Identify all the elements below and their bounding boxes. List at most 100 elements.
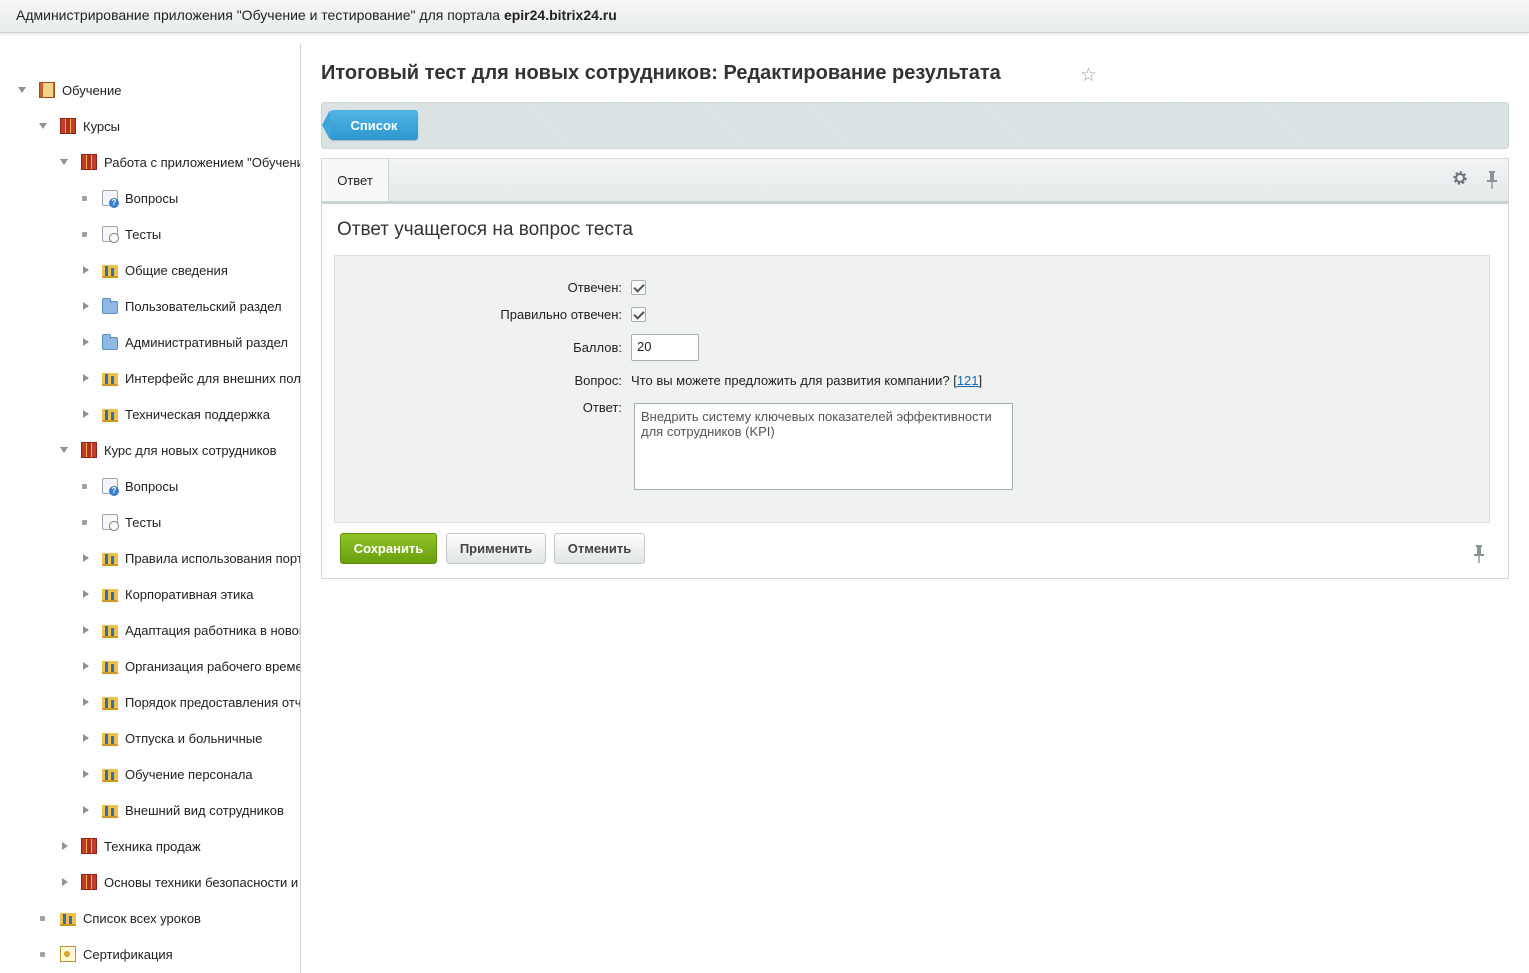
tree-item[interactable]: Пользовательский раздел [80, 296, 282, 316]
tree-item[interactable]: Правила использования портала [80, 548, 300, 568]
bullet-icon [80, 229, 90, 239]
collapsed-arrow-icon[interactable] [80, 265, 90, 275]
tree-item-label[interactable]: Работа с приложением "Обучение и тестиро… [104, 155, 300, 170]
score-input[interactable]: 20 [631, 334, 699, 361]
tree-item-label[interactable]: Техническая поддержка [125, 407, 270, 422]
tree-item[interactable]: Организация рабочего времени [80, 656, 300, 676]
tree-item[interactable]: Вопросы [80, 476, 178, 496]
collapsed-arrow-icon[interactable] [59, 877, 69, 887]
chapter-icon [102, 370, 118, 386]
tree-item-label[interactable]: Курсы [83, 119, 120, 134]
tree-item-label[interactable]: Список всех уроков [83, 911, 201, 926]
collapsed-arrow-icon[interactable] [80, 733, 90, 743]
collapsed-arrow-icon[interactable] [80, 769, 90, 779]
pin-icon[interactable] [1486, 171, 1498, 189]
tree-item[interactable]: Работа с приложением "Обучение и тестиро… [59, 152, 300, 172]
tree-item-label[interactable]: Организация рабочего времени [125, 659, 300, 674]
chapter-icon [102, 406, 118, 422]
tree-item[interactable]: Основы техники безопасности и охраны тру… [59, 872, 300, 892]
cert-icon [60, 946, 76, 962]
tree-item-label[interactable]: Основы техники безопасности и охраны тру… [104, 875, 300, 890]
list-button[interactable]: Список [322, 110, 418, 140]
question-text: Что вы можете предложить для развития ко… [631, 373, 982, 388]
save-button[interactable]: Сохранить [340, 533, 437, 564]
tree-item[interactable]: Список всех уроков [38, 908, 201, 928]
tree-item-label[interactable]: Обучение [62, 83, 121, 98]
tree-item[interactable]: Техника продаж [59, 836, 201, 856]
tree-item-label[interactable]: Тесты [125, 515, 161, 530]
collapsed-arrow-icon[interactable] [59, 841, 69, 851]
tree-item-label[interactable]: Адаптация работника в новом коллективе [125, 623, 300, 638]
tree-item[interactable]: Курс для новых сотрудников [59, 440, 277, 460]
tree-item[interactable]: Техническая поддержка [80, 404, 270, 424]
collapsed-arrow-icon[interactable] [80, 373, 90, 383]
tree-item[interactable]: Вопросы [80, 188, 178, 208]
question-body: Что вы можете предложить для развития ко… [631, 373, 950, 388]
tree-item[interactable]: Адаптация работника в новом коллективе [80, 620, 300, 640]
expanded-arrow-icon[interactable] [17, 85, 27, 95]
tree-item-label[interactable]: Техника продаж [104, 839, 201, 854]
expanded-arrow-icon[interactable] [59, 157, 69, 167]
tree-item[interactable]: Обучение [17, 80, 121, 100]
tree-item-label[interactable]: Общие сведения [125, 263, 228, 278]
tree-item[interactable]: Тесты [80, 224, 161, 244]
tree-item-label[interactable]: Курс для новых сотрудников [104, 443, 277, 458]
tree-item-label[interactable]: Корпоративная этика [125, 587, 253, 602]
favorite-star-icon[interactable]: ☆ [1080, 64, 1097, 87]
cancel-button[interactable]: Отменить [554, 533, 645, 564]
score-label: Баллов: [573, 340, 622, 355]
chapter-icon [102, 694, 118, 710]
test-icon [102, 226, 119, 243]
tree-item-label[interactable]: Порядок предоставления отчетности [125, 695, 300, 710]
folder-icon [102, 298, 118, 314]
chapter-icon [102, 586, 118, 602]
collapsed-arrow-icon[interactable] [80, 661, 90, 671]
answered-checkbox[interactable] [631, 280, 646, 295]
apply-button[interactable]: Применить [446, 533, 546, 564]
tree-item-label[interactable]: Отпуска и больничные [125, 731, 262, 746]
correct-checkbox[interactable] [631, 307, 646, 322]
tree-item[interactable]: Отпуска и больничные [80, 728, 262, 748]
collapsed-arrow-icon[interactable] [80, 553, 90, 563]
books-icon [60, 118, 76, 134]
tree-item[interactable]: Обучение персонала [80, 764, 253, 784]
collapsed-arrow-icon[interactable] [80, 625, 90, 635]
tree-item-label[interactable]: Тесты [125, 227, 161, 242]
tree-item-label[interactable]: Интерфейс для внешних пользователей [125, 371, 300, 386]
tree-item[interactable]: Общие сведения [80, 260, 228, 280]
tree-item-label[interactable]: Внешний вид сотрудников [125, 803, 284, 818]
bullet-icon [38, 913, 48, 923]
tree-item[interactable]: Порядок предоставления отчетности [80, 692, 300, 712]
tree-item-label[interactable]: Правила использования портала [125, 551, 300, 566]
chapter-icon [102, 802, 118, 818]
tree-item[interactable]: Административный раздел [80, 332, 288, 352]
pin-bottom-icon[interactable] [1473, 545, 1485, 563]
tree-item[interactable]: Курсы [38, 116, 120, 136]
tab-answer[interactable]: Ответ [322, 159, 389, 202]
tree-item-label[interactable]: Вопросы [125, 479, 178, 494]
tab-bar [321, 158, 1509, 201]
collapsed-arrow-icon[interactable] [80, 805, 90, 815]
expanded-arrow-icon[interactable] [38, 121, 48, 131]
chapter-icon [102, 730, 118, 746]
collapsed-arrow-icon[interactable] [80, 301, 90, 311]
tree-item[interactable]: Корпоративная этика [80, 584, 253, 604]
tree-item-label[interactable]: Вопросы [125, 191, 178, 206]
collapsed-arrow-icon[interactable] [80, 697, 90, 707]
collapsed-arrow-icon[interactable] [80, 409, 90, 419]
settings-gear-icon[interactable] [1452, 170, 1468, 186]
tree-item-label[interactable]: Сертификация [83, 947, 173, 962]
tree-item[interactable]: Интерфейс для внешних пользователей [80, 368, 300, 388]
answer-textarea[interactable]: Внедрить систему ключевых показателей эф… [634, 403, 1013, 490]
bullet-icon [80, 517, 90, 527]
question-id-link[interactable]: 121 [957, 373, 979, 388]
tree-item[interactable]: Сертификация [38, 944, 173, 964]
collapsed-arrow-icon[interactable] [80, 589, 90, 599]
tree-item-label[interactable]: Обучение персонала [125, 767, 253, 782]
expanded-arrow-icon[interactable] [59, 445, 69, 455]
collapsed-arrow-icon[interactable] [80, 337, 90, 347]
tree-item-label[interactable]: Пользовательский раздел [125, 299, 282, 314]
tree-item[interactable]: Тесты [80, 512, 161, 532]
tree-item-label[interactable]: Административный раздел [125, 335, 288, 350]
tree-item[interactable]: Внешний вид сотрудников [80, 800, 284, 820]
